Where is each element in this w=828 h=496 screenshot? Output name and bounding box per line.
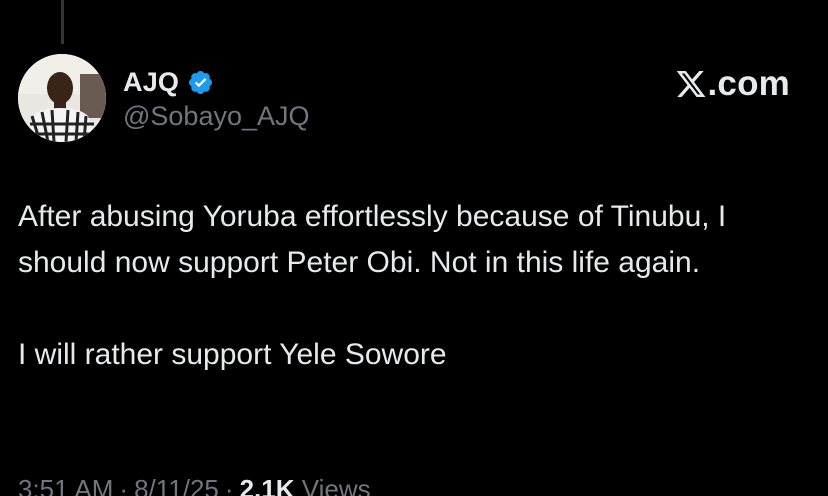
tweet-body: After abusing Yoruba effortlessly becaus… bbox=[18, 194, 808, 378]
meta-separator: · bbox=[224, 474, 234, 496]
author-display-name[interactable]: AJQ bbox=[123, 67, 179, 98]
views-label: Views bbox=[301, 474, 371, 496]
tweet-paragraph-2: I will rather support Yele Sowore bbox=[18, 338, 447, 371]
tweet-date[interactable]: 8/11/25 bbox=[134, 474, 219, 496]
brand-watermark: .com bbox=[675, 64, 791, 104]
x-logo-icon bbox=[675, 68, 707, 100]
author-handle[interactable]: @Sobayo_AJQ bbox=[123, 101, 310, 132]
meta-separator: · bbox=[119, 474, 129, 496]
brand-domain-text: .com bbox=[707, 64, 790, 103]
avatar-photo bbox=[18, 54, 106, 142]
views-count: 2.1K bbox=[239, 474, 295, 496]
tweet-time[interactable]: 3:51 AM bbox=[18, 474, 113, 496]
author-name-row[interactable]: AJQ bbox=[123, 66, 214, 98]
thread-connector-line bbox=[61, 0, 64, 44]
tweet-screenshot: AJQ @Sobayo_AJQ .com After abusing Yorub… bbox=[0, 0, 828, 496]
tweet-meta: 3:51 AM · 8/11/25 · 2.1K Views bbox=[18, 474, 371, 496]
tweet-paragraph-1: After abusing Yoruba effortlessly becaus… bbox=[18, 200, 727, 279]
avatar[interactable] bbox=[18, 54, 106, 142]
verified-badge-icon bbox=[187, 69, 214, 96]
